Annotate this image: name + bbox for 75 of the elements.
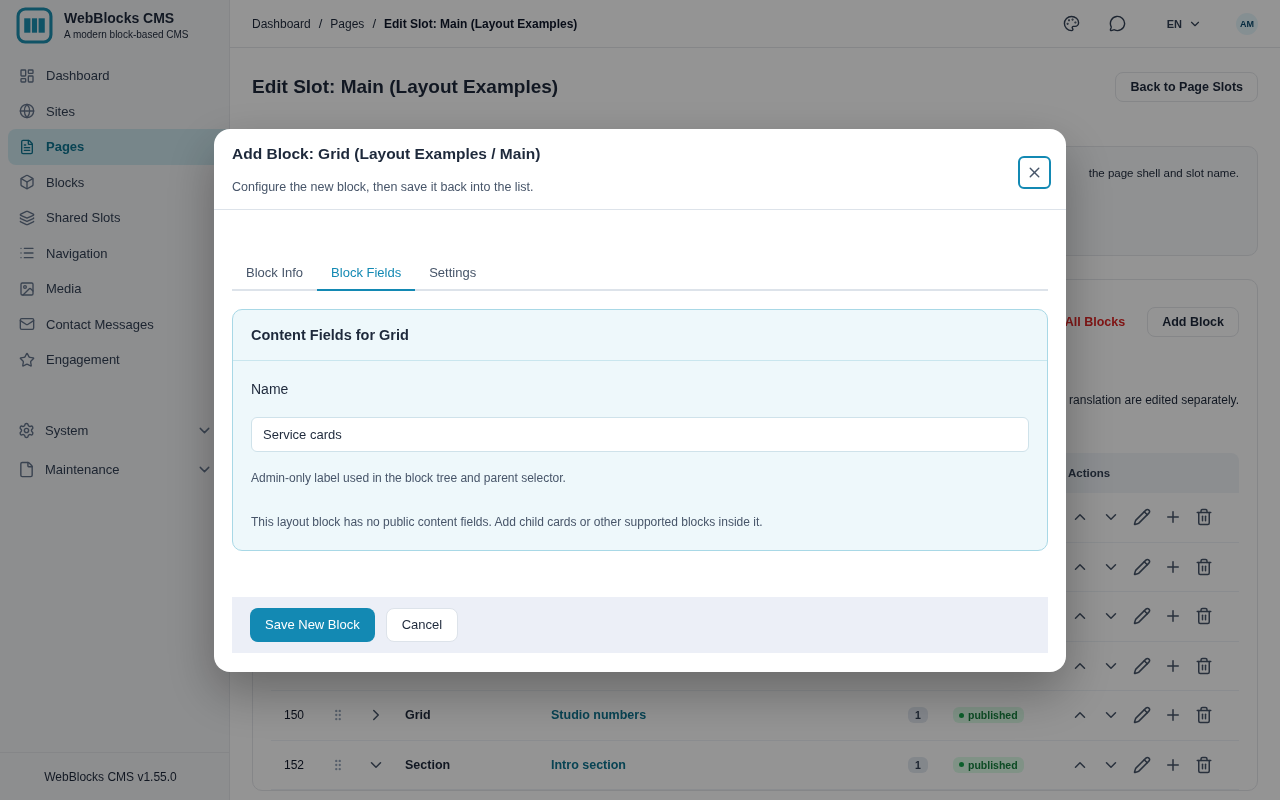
status-badge: published xyxy=(953,707,1024,724)
sidebar-item[interactable]: Dashboard xyxy=(8,58,229,94)
delete-link[interactable]: All Blocks xyxy=(1064,315,1126,329)
close-button[interactable] xyxy=(1018,155,1051,189)
sidebar-item[interactable]: Sites xyxy=(8,93,229,129)
dashboard-icon xyxy=(19,67,35,84)
globe-icon xyxy=(19,103,35,120)
trash-icon[interactable] xyxy=(1195,706,1213,725)
breadcrumb[interactable]: Pages xyxy=(330,16,365,31)
sidebar-item[interactable]: Shared Slots xyxy=(8,200,229,236)
column-header: Actions xyxy=(1067,467,1112,479)
pencil-icon[interactable] xyxy=(1133,508,1151,527)
breadcrumb[interactable]: Dashboard xyxy=(252,16,311,31)
group-label: Maintenance xyxy=(45,462,121,477)
pencil-icon[interactable] xyxy=(1133,607,1151,626)
sidebar-item[interactable]: Engagement xyxy=(8,342,229,378)
user-avatar[interactable]: AM xyxy=(1236,12,1258,35)
row-id: 152 xyxy=(283,757,306,772)
version-footer: WebBlocks CMS v1.55.0 xyxy=(0,752,229,800)
document-icon xyxy=(19,138,35,155)
block-type: Grid xyxy=(404,708,432,723)
image-icon xyxy=(19,280,35,297)
modal-subtitle: Configure the new block, then save it back into the list. xyxy=(232,179,535,194)
group-label: System xyxy=(45,423,90,438)
sidebar-item[interactable]: Media xyxy=(8,271,229,307)
envelope-icon xyxy=(19,316,35,333)
cancel-button[interactable]: Cancel xyxy=(385,607,459,642)
back-button[interactable]: Back to Page Slots xyxy=(1115,72,1258,102)
trash-icon[interactable] xyxy=(1195,607,1213,626)
block-name-link[interactable]: Studio numbers xyxy=(543,708,893,723)
trash-icon[interactable] xyxy=(1195,656,1213,675)
page-title: Edit Slot: Main (Layout Examples) xyxy=(252,76,559,98)
brand-name: WebBlocks CMS xyxy=(64,10,176,26)
name-input-field[interactable]: Service cards xyxy=(251,416,1029,452)
sidebar-item[interactable]: Contact Messages xyxy=(8,306,229,342)
sidebar-group[interactable]: System xyxy=(16,412,213,449)
pencil-icon[interactable] xyxy=(1133,706,1151,725)
pencil-icon[interactable] xyxy=(1133,755,1151,774)
block-name-link[interactable]: Intro section xyxy=(543,757,893,772)
modal-title: Add Block: Grid (Layout Examples / Main) xyxy=(232,144,541,163)
count-badge: 1 xyxy=(908,756,928,773)
row-id: 150 xyxy=(283,708,306,723)
tab[interactable]: Block Info xyxy=(232,256,318,291)
save-button[interactable]: Save New Block xyxy=(250,607,375,642)
status-badge: published xyxy=(953,756,1024,773)
tab[interactable]: Block Fields xyxy=(317,256,416,291)
trash-icon[interactable] xyxy=(1195,557,1213,576)
trash-icon[interactable] xyxy=(1195,508,1213,527)
tab[interactable]: Settings xyxy=(415,256,491,291)
panel-title: Content Fields for Grid xyxy=(233,309,1047,361)
count-badge: 1 xyxy=(908,707,928,724)
note-text: ranslation are edited separately. xyxy=(1069,393,1239,407)
note-text: This layout block has no public content fields. Add child cards or other supported blocks inside it. xyxy=(251,514,764,529)
breadcrumb-separator: / xyxy=(372,16,376,31)
pencil-icon[interactable] xyxy=(1133,557,1151,576)
sidebar-group[interactable]: Maintenance xyxy=(16,451,213,488)
add-block-button[interactable]: Add Block xyxy=(1147,307,1239,337)
brand-tagline: A modern block-based CMS xyxy=(64,29,189,40)
cube-icon xyxy=(19,174,35,191)
info-text: the page shell and slot name. xyxy=(1088,167,1239,181)
field-label: Name xyxy=(251,380,290,397)
layers-icon xyxy=(19,209,35,226)
file-icon xyxy=(18,461,35,478)
breadcrumb[interactable]: Edit Slot: Main (Layout Examples) xyxy=(384,16,578,31)
language-selector[interactable]: EN xyxy=(1160,15,1208,32)
pencil-icon[interactable] xyxy=(1133,656,1151,675)
logo-icon xyxy=(16,6,53,44)
sidebar-item[interactable]: Navigation xyxy=(8,235,229,271)
help-text: Admin-only label used in the block tree and parent selector. xyxy=(251,470,567,485)
star-icon xyxy=(19,351,35,368)
gear-icon xyxy=(18,422,35,439)
block-type: Section xyxy=(404,757,452,772)
trash-icon[interactable] xyxy=(1195,755,1213,774)
sidebar-item[interactable]: Blocks xyxy=(8,164,229,200)
breadcrumb-separator: / xyxy=(318,16,323,31)
